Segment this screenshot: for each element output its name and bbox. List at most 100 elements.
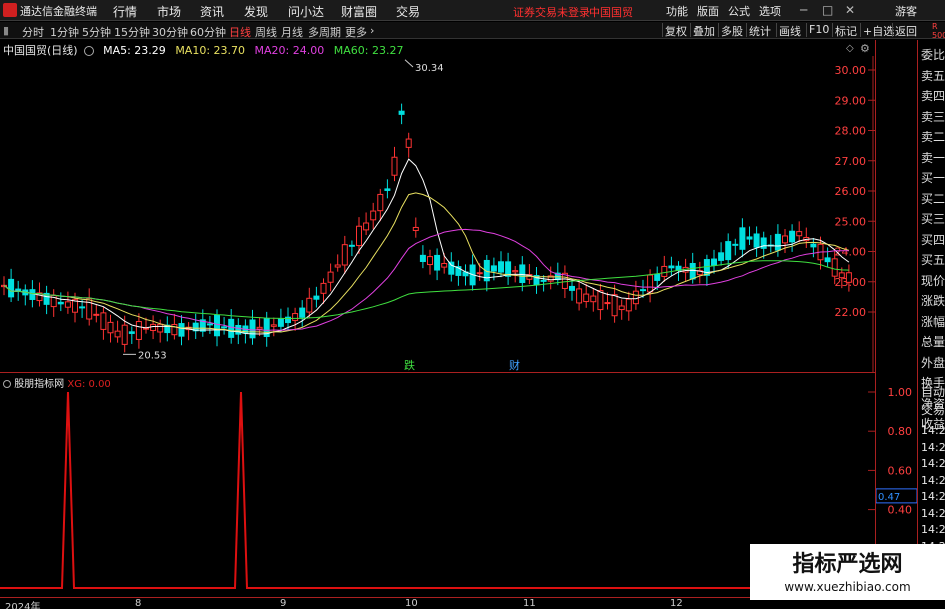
- menu-market[interactable]: 市场: [157, 3, 181, 20]
- period-daily[interactable]: 日线: [229, 24, 251, 40]
- period-5min[interactable]: 5分钟: [82, 24, 111, 40]
- menu-news[interactable]: 资讯: [200, 3, 224, 20]
- price-tick-label: 29.00: [835, 94, 867, 107]
- title-bar: 通达信金融终端 行情 市场 资讯 发现 问小达 财富圈 交易 证券交易未登录 中…: [0, 0, 945, 21]
- chevron-right-icon[interactable]: ›: [370, 24, 374, 37]
- quote-label: 买五: [921, 253, 945, 267]
- watermark-url: www.xuezhibiao.com: [784, 580, 911, 594]
- period-15min[interactable]: 15分钟: [114, 24, 150, 40]
- settings-icon[interactable]: ⚙: [860, 42, 870, 55]
- menu-discover[interactable]: 发现: [244, 3, 268, 20]
- candle-body: [86, 298, 93, 320]
- candle-body: [157, 323, 164, 333]
- quote-label: 自动: [921, 385, 945, 399]
- candle-body: [363, 222, 370, 231]
- quote-panel: 委比 卖五 卖四 卖三 卖二 卖一 买一 买二 买三 买四 买五 现价 涨跌 涨幅 总量 外盘 换手 净资 收益 自动…: [917, 22, 945, 609]
- quote-label: 总量: [921, 335, 945, 349]
- candle-body: [178, 323, 185, 337]
- candle-body: [8, 278, 15, 298]
- candle-body: [270, 324, 277, 327]
- user-label[interactable]: 游客: [895, 3, 917, 19]
- candle-body: [540, 279, 547, 282]
- login-notice[interactable]: 证券交易未登录: [513, 4, 590, 20]
- menu-wealth[interactable]: 财富圈: [341, 3, 377, 20]
- candle-body: [689, 262, 696, 280]
- period-60min[interactable]: 60分钟: [190, 24, 226, 40]
- candle-body: [490, 265, 497, 272]
- candle-body: [668, 265, 675, 269]
- ma5-line: [3, 158, 850, 335]
- candle-body: [498, 261, 504, 273]
- price-tick-label: 25.00: [835, 215, 867, 228]
- candle-body: [427, 256, 433, 266]
- candle-body: [774, 233, 781, 251]
- period-1min[interactable]: 1分钟: [50, 24, 79, 40]
- diamond-icon[interactable]: ◇: [846, 43, 854, 54]
- toolbar-menu-icon[interactable]: ▮: [3, 24, 9, 37]
- candle-body: [299, 307, 306, 318]
- stats-button[interactable]: 统计: [746, 23, 773, 38]
- ma20-line: [3, 228, 849, 331]
- high-marker: [404, 59, 414, 68]
- app-logo-icon: [3, 3, 17, 17]
- menu-layout[interactable]: 版面: [697, 3, 719, 19]
- date-label: 8: [135, 598, 142, 609]
- candlestick-chart[interactable]: 30.0029.0028.0027.0026.0025.0024.0023.00…: [0, 56, 875, 372]
- candle-body: [306, 297, 313, 313]
- menu-options[interactable]: 选项: [759, 3, 781, 19]
- candle-body: [441, 262, 448, 268]
- candle-body: [256, 326, 263, 330]
- candle-body: [519, 264, 526, 283]
- period-intraday[interactable]: 分时: [22, 24, 44, 40]
- menu-ask[interactable]: 问小达: [288, 3, 324, 20]
- indicator-tick-label: 0.40: [888, 504, 913, 517]
- adjust-button[interactable]: 复权: [662, 23, 689, 38]
- side-tag: R 500: [932, 22, 945, 40]
- candle-body: [292, 313, 299, 321]
- candle-body: [128, 331, 135, 334]
- date-label: 11: [523, 598, 536, 609]
- period-multi[interactable]: 多周期: [308, 24, 341, 40]
- draw-button[interactable]: 画线: [776, 23, 803, 38]
- price-tick-label: 26.00: [835, 185, 867, 198]
- quote-label: 买三: [921, 212, 945, 226]
- menu-function[interactable]: 功能: [666, 3, 688, 19]
- mark-button[interactable]: 标记: [832, 23, 859, 38]
- f10-button[interactable]: F10: [806, 23, 831, 37]
- menu-quotes[interactable]: 行情: [113, 3, 137, 20]
- candle-body: [824, 257, 831, 263]
- candle-body: [476, 272, 483, 275]
- quote-label: 卖一: [921, 150, 945, 165]
- price-tick-label: 27.00: [835, 155, 867, 168]
- period-more[interactable]: 更多: [345, 24, 367, 40]
- date-label: 2024年: [5, 602, 41, 609]
- period-30min[interactable]: 30分钟: [152, 24, 188, 40]
- multi-stock-button[interactable]: 多股: [718, 23, 745, 38]
- panel-divider: [0, 372, 875, 373]
- indicator-tick-label: 1.00: [888, 386, 913, 399]
- minimize-icon[interactable]: ─: [800, 3, 807, 17]
- quote-label: 买一: [921, 171, 945, 185]
- candle-body: [235, 324, 242, 335]
- date-label: 12: [670, 598, 683, 609]
- maximize-icon[interactable]: □: [822, 3, 833, 17]
- back-button[interactable]: 返回: [892, 23, 919, 38]
- price-tick-label: 22.00: [835, 306, 867, 319]
- info-circle-icon[interactable]: [83, 46, 94, 56]
- quote-label: 现价: [921, 273, 945, 288]
- add-watchlist-button[interactable]: +自选: [860, 23, 896, 38]
- candle-body: [221, 326, 228, 329]
- candle-body: [654, 274, 661, 281]
- candle-body: [434, 254, 441, 271]
- period-weekly[interactable]: 周线: [255, 24, 277, 40]
- menu-trade[interactable]: 交易: [396, 3, 420, 20]
- candle-body: [384, 188, 391, 191]
- candle-body: [214, 314, 220, 337]
- candle-body: [753, 233, 760, 248]
- close-icon[interactable]: ✕: [845, 3, 855, 17]
- period-monthly[interactable]: 月线: [281, 24, 303, 40]
- menu-formula[interactable]: 公式: [728, 3, 750, 19]
- watermark: 指标严选网 www.xuezhibiao.com: [750, 544, 945, 600]
- overlay-button[interactable]: 叠加: [690, 23, 717, 38]
- candle-body: [718, 252, 725, 261]
